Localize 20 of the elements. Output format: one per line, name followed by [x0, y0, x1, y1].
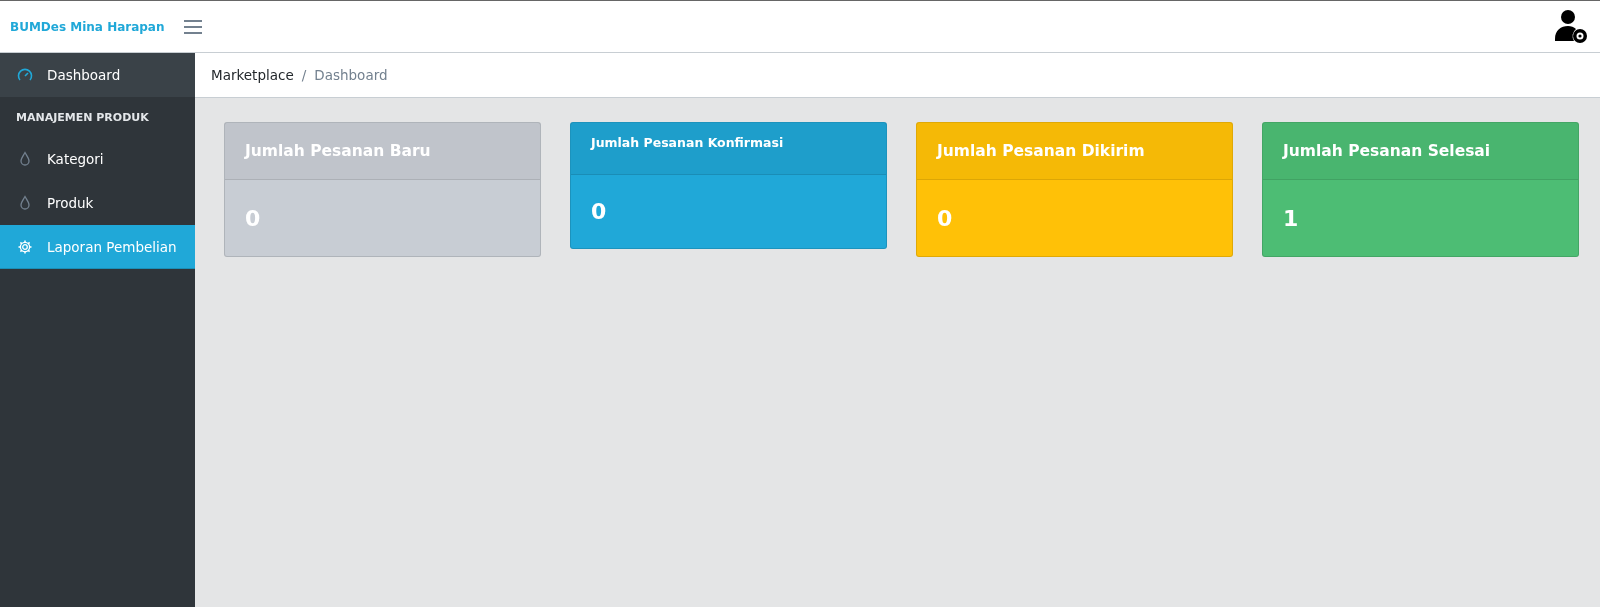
sidebar-item[interactable]: Kategori	[0, 137, 195, 181]
sidebar-item[interactable]: Produk	[0, 181, 195, 225]
breadcrumb-current: Dashboard	[314, 67, 388, 83]
drop-icon	[17, 194, 33, 211]
breadcrumb-link[interactable]: Marketplace	[211, 67, 294, 83]
card-title: Jumlah Pesanan Selesai	[1263, 123, 1578, 180]
card-value: 0	[590, 198, 608, 226]
user-settings-icon[interactable]	[1554, 8, 1588, 45]
card-value: 1	[1282, 204, 1300, 233]
card-value: 0	[936, 204, 954, 233]
card-title: Jumlah Pesanan Baru	[225, 123, 540, 180]
card-title: Jumlah Pesanan Dikirim	[917, 123, 1232, 180]
drop-icon	[17, 150, 33, 167]
sidebar-heading: MANAJEMEN PRODUK	[15, 109, 150, 126]
menu-icon[interactable]	[182, 18, 203, 35]
card-title: Jumlah Pesanan Konfirmasi	[571, 123, 886, 175]
gauge-icon	[17, 66, 33, 83]
breadcrumb-separator: /	[301, 67, 307, 83]
sidebar-item[interactable]: Dashboard	[0, 53, 195, 97]
settings-icon	[17, 238, 33, 255]
